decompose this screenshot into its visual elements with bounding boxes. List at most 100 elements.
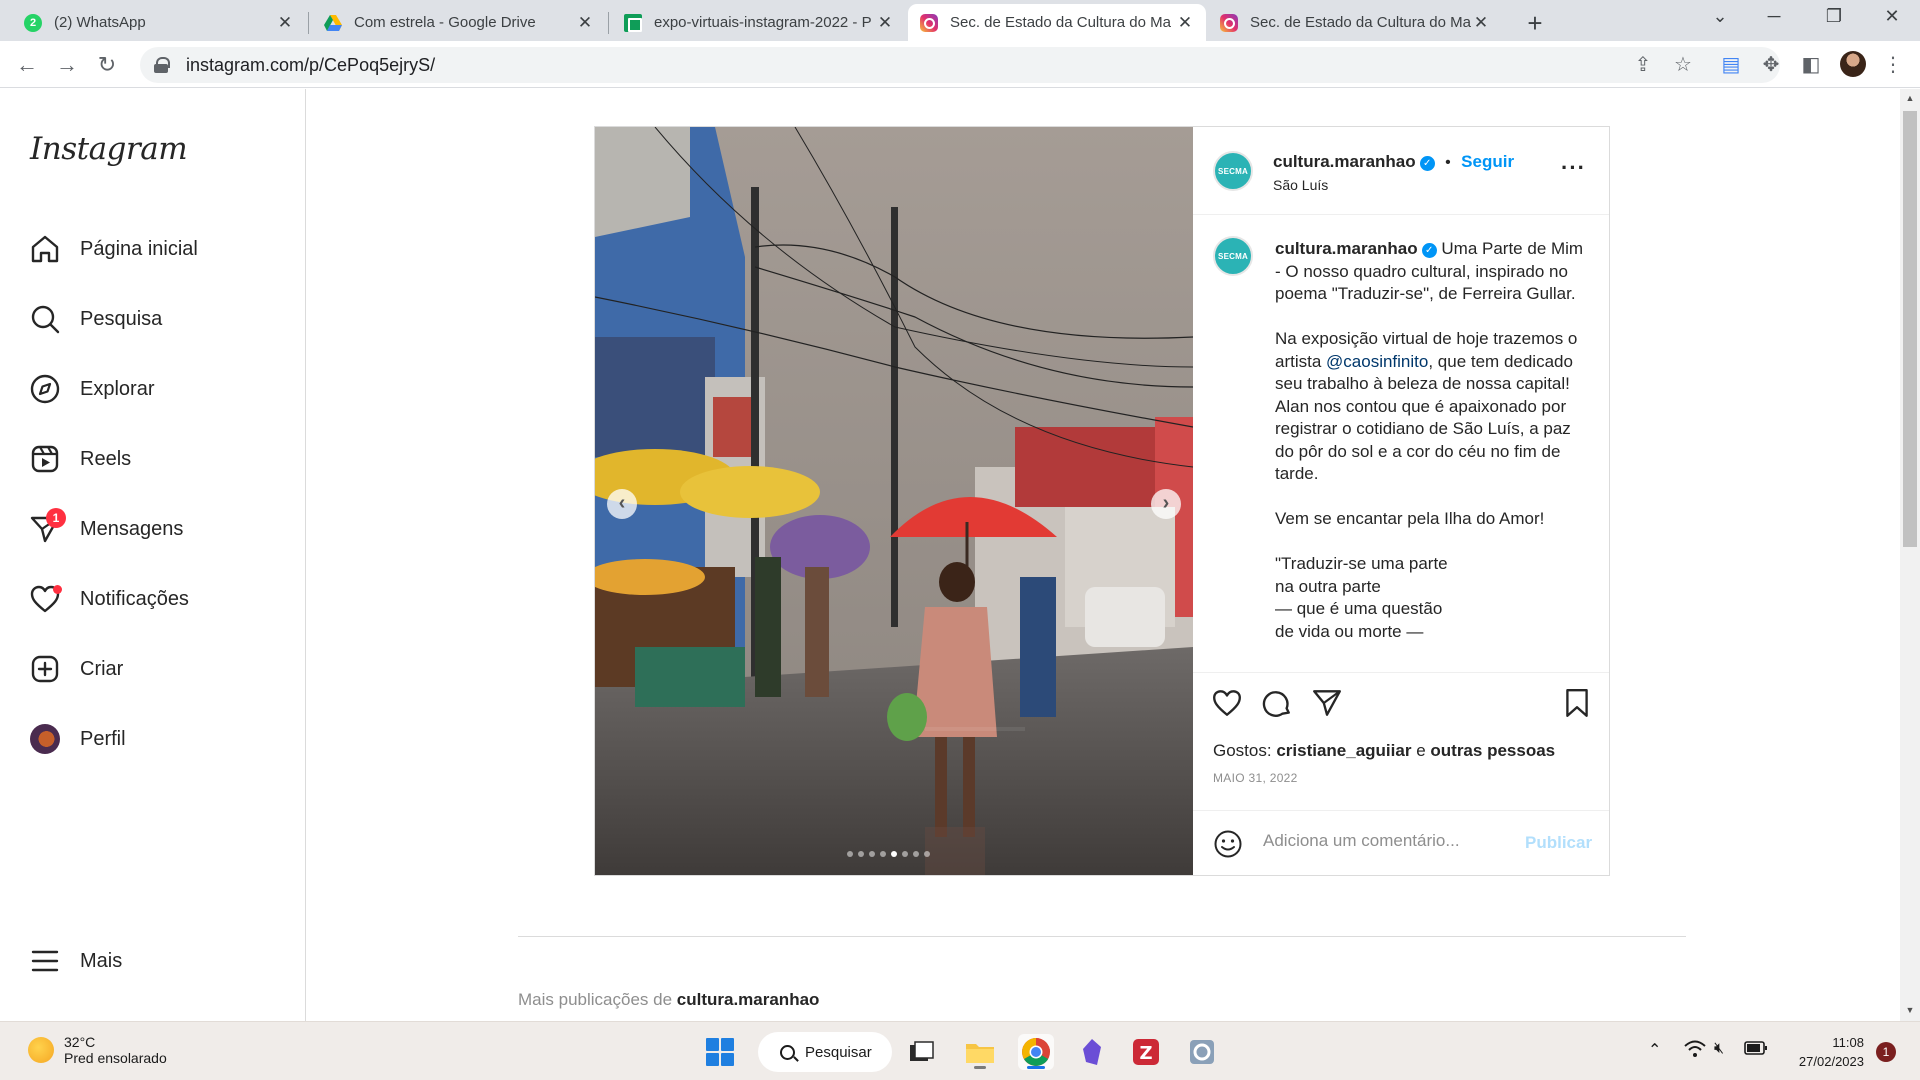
page-scrollbar[interactable]: ▲ ▼	[1900, 89, 1920, 1021]
post-location[interactable]: São Luís	[1273, 177, 1328, 193]
likes-user-link[interactable]: cristiane_aguiiar	[1276, 741, 1411, 760]
weather-widget[interactable]: 32°C Pred ensolarado	[28, 1034, 167, 1066]
more-posts-user-link[interactable]: cultura.maranhao	[677, 990, 820, 1009]
wifi-icon[interactable]	[1684, 1040, 1706, 1063]
back-button[interactable]: ←	[12, 50, 42, 80]
tab-instagram-active[interactable]: Sec. de Estado da Cultura do Ma ✕	[908, 4, 1206, 41]
address-bar[interactable]: instagram.com/p/CePoq5ejryS/	[140, 47, 1780, 83]
sidebar-item-notifications[interactable]: Notificações	[30, 579, 189, 619]
account-avatar[interactable]: SECMA	[1213, 151, 1253, 191]
sidebar-item-label: Criar	[80, 657, 124, 680]
caption-username[interactable]: cultura.maranhao	[1275, 239, 1418, 258]
battery-icon[interactable]	[1744, 1040, 1768, 1061]
restore-button[interactable]: ❐	[1814, 6, 1854, 27]
tab-sheets[interactable]: expo-virtuais-instagram-2022 - P ✕	[612, 4, 906, 41]
share-icon[interactable]: ⇪	[1630, 52, 1656, 78]
post-actions: Gostos: cristiane_aguiiar e outras pesso…	[1193, 672, 1609, 875]
tab-google-drive[interactable]: Com estrela - Google Drive ✕	[312, 4, 606, 41]
close-window-button[interactable]: ✕	[1872, 6, 1912, 27]
volume-muted-icon[interactable]: 🔇︎	[1714, 1040, 1724, 1058]
tab-title: expo-virtuais-instagram-2022 - P	[654, 14, 872, 31]
carousel-prev-button[interactable]: ‹	[607, 489, 637, 519]
instagram-sidebar: Instagram Página inicial Pesquisa Explor…	[0, 89, 306, 1021]
sidebar-item-create[interactable]: Criar	[30, 649, 123, 689]
emoji-smiley-icon[interactable]	[1213, 829, 1243, 864]
mention-link[interactable]: @caosinfinito	[1326, 352, 1428, 371]
task-view-icon[interactable]	[904, 1034, 940, 1070]
instagram-logo[interactable]: Instagram	[30, 131, 188, 167]
sidebar-item-more[interactable]: Mais	[30, 941, 122, 981]
chrome-menu-icon[interactable]: ⋮	[1880, 52, 1906, 78]
avatar-label: SECMA	[1218, 166, 1248, 176]
caption-p2-after: , que tem dedicado seu trabalho à beleza…	[1275, 351, 1573, 484]
chrome-taskbar-icon[interactable]	[1018, 1034, 1054, 1070]
minimize-button[interactable]: ─	[1754, 6, 1794, 27]
sidebar-item-messages[interactable]: 1 Mensagens	[30, 508, 184, 549]
sidebar-item-label: Mais	[80, 949, 123, 972]
carousel-indicator	[847, 851, 930, 857]
section-divider	[518, 936, 1686, 937]
post-photo[interactable]: ‹ ›	[595, 127, 1193, 875]
caption-avatar[interactable]: SECMA	[1213, 236, 1253, 276]
follow-button[interactable]: Seguir	[1461, 152, 1514, 171]
active-indicator	[1027, 1066, 1045, 1069]
show-hidden-icons-chevron[interactable]: ⌃	[1648, 1040, 1661, 1060]
post-username[interactable]: cultura.maranhao	[1273, 152, 1416, 171]
more-posts-prefix: Mais publicações de	[518, 990, 673, 1009]
sidebar-item-reels[interactable]: Reels	[30, 439, 131, 479]
document-extension-icon[interactable]: ▤	[1718, 52, 1744, 78]
sidebar-item-search[interactable]: Pesquisa	[30, 299, 162, 339]
more-options-icon[interactable]: ···	[1561, 155, 1586, 181]
settings-app-icon[interactable]	[1184, 1034, 1220, 1070]
post-date[interactable]: MAIO 31, 2022	[1213, 771, 1298, 785]
notification-center-badge[interactable]: 1	[1876, 1042, 1896, 1062]
like-heart-icon[interactable]	[1211, 687, 1243, 719]
tab-search-chevron-icon[interactable]: ⌄	[1700, 6, 1740, 27]
tab-whatsapp[interactable]: 2 (2) WhatsApp ✕	[12, 4, 306, 41]
obsidian-app-icon[interactable]	[1074, 1034, 1110, 1070]
tab-title: (2) WhatsApp	[54, 14, 146, 31]
comment-input[interactable]	[1263, 831, 1513, 851]
new-tab-button[interactable]: +	[1520, 8, 1550, 39]
publish-button[interactable]: Publicar	[1525, 833, 1592, 853]
bookmark-star-icon[interactable]: ☆	[1670, 52, 1696, 78]
scroll-down-arrow-icon[interactable]: ▼	[1900, 1005, 1920, 1015]
hamburger-menu-icon	[30, 946, 60, 976]
scroll-up-arrow-icon[interactable]: ▲	[1900, 93, 1920, 103]
close-tab-icon[interactable]: ✕	[1472, 13, 1490, 33]
carousel-next-button[interactable]: ›	[1151, 489, 1181, 519]
zotero-app-icon[interactable]: Z	[1128, 1034, 1164, 1070]
windows-start-icon[interactable]	[706, 1038, 734, 1066]
sidebar-item-profile[interactable]: Perfil	[30, 719, 126, 759]
notification-dot	[53, 585, 62, 594]
chrome-profile-avatar[interactable]	[1840, 51, 1866, 77]
side-panel-icon[interactable]: ◧	[1798, 52, 1824, 78]
reload-button[interactable]: ↻	[92, 50, 122, 80]
likes-summary: Gostos: cristiane_aguiiar e outras pesso…	[1213, 741, 1555, 761]
sidebar-item-home[interactable]: Página inicial	[30, 229, 198, 269]
clock-date: 27/02/2023	[1798, 1054, 1864, 1069]
share-send-icon[interactable]	[1311, 687, 1343, 719]
save-bookmark-icon[interactable]	[1561, 687, 1593, 719]
search-icon	[30, 304, 60, 334]
comment-bubble-icon[interactable]	[1261, 687, 1293, 719]
close-tab-icon[interactable]: ✕	[576, 13, 594, 33]
caption-p3: Vem se encantar pela Ilha do Amor!	[1275, 509, 1545, 528]
sidebar-item-explore[interactable]: Explorar	[30, 369, 154, 409]
system-clock[interactable]: 11:08 27/02/2023	[1780, 1033, 1864, 1071]
close-tab-icon[interactable]: ✕	[876, 13, 894, 33]
browser-tab-strip: 2 (2) WhatsApp ✕ Com estrela - Google Dr…	[0, 0, 1920, 41]
sidebar-item-label: Página inicial	[80, 237, 198, 260]
close-tab-icon[interactable]: ✕	[1176, 13, 1194, 33]
scrollbar-thumb[interactable]	[1903, 111, 1917, 547]
tab-instagram[interactable]: Sec. de Estado da Cultura do Ma ✕	[1208, 4, 1502, 41]
taskbar-search[interactable]: Pesquisar	[758, 1032, 892, 1072]
extensions-puzzle-icon[interactable]: ✥	[1758, 52, 1784, 78]
likes-others-link[interactable]: outras pessoas	[1430, 741, 1555, 760]
sun-weather-icon	[28, 1037, 54, 1063]
close-tab-icon[interactable]: ✕	[276, 13, 294, 33]
sidebar-item-label: Mensagens	[80, 517, 184, 540]
file-explorer-icon[interactable]	[962, 1034, 998, 1070]
forward-button[interactable]: →	[52, 50, 82, 80]
tab-title: Sec. de Estado da Cultura do Ma	[950, 14, 1171, 31]
